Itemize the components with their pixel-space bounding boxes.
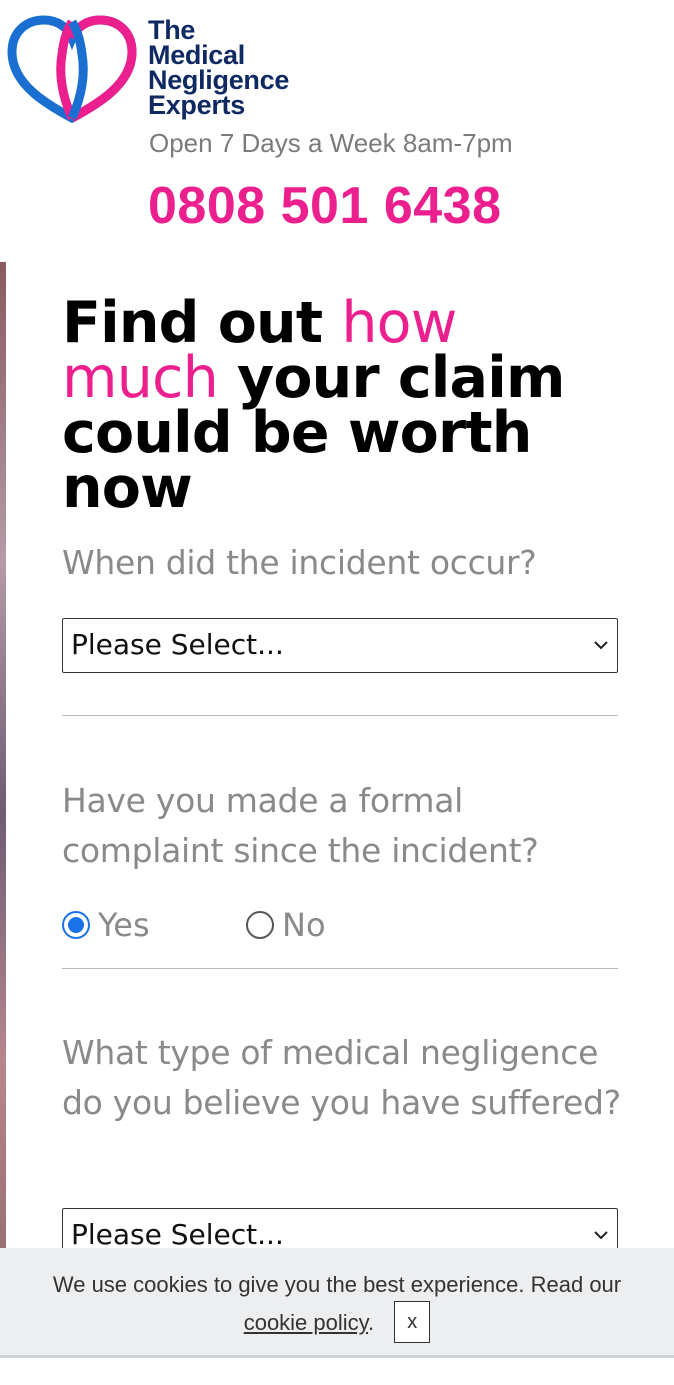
opening-hours: Open 7 Days a Week 8am-7pm <box>149 128 513 158</box>
question-negligence-type: What type of medical negligence do you b… <box>62 1033 621 1122</box>
brand-name[interactable]: The Medical Negligence Experts <box>148 17 289 120</box>
claim-form-card: Find out how much your claim could be wo… <box>6 262 674 1263</box>
cookie-close-button[interactable]: x <box>394 1301 431 1344</box>
radio-label: No <box>282 906 326 944</box>
radio-option-yes[interactable]: Yes <box>62 906 150 944</box>
chevron-down-icon <box>594 1231 608 1240</box>
radio-no[interactable] <box>246 911 274 939</box>
radio-yes-checked[interactable] <box>62 911 90 939</box>
radio-label: Yes <box>98 906 150 944</box>
chevron-down-icon <box>594 641 608 650</box>
cookie-message: We use cookies to give you the best expe… <box>52 1272 622 1297</box>
question-formal-complaint: Have you made a formal complaint since t… <box>62 781 539 870</box>
cookie-banner: We use cookies to give you the best expe… <box>0 1248 674 1358</box>
page: The Medical Negligence Experts Open 7 Da… <box>0 0 674 1385</box>
form-headline: Find out how much your claim could be wo… <box>62 295 622 517</box>
divider <box>62 968 618 969</box>
cookie-text-block: We use cookies to give you the best expe… <box>0 1266 674 1344</box>
phone-number-link[interactable]: 0808 501 6438 <box>148 176 502 236</box>
select-value: Please Select... <box>71 628 284 661</box>
heart-logo-icon[interactable] <box>6 14 138 126</box>
brand-line: Experts <box>148 90 245 120</box>
divider <box>62 715 618 716</box>
cookie-period: . <box>368 1310 375 1335</box>
question-incident-date: When did the incident occur? <box>62 543 537 582</box>
site-header: The Medical Negligence Experts Open 7 Da… <box>0 0 674 262</box>
radio-option-no[interactable]: No <box>246 906 326 944</box>
select-value: Please Select... <box>71 1218 284 1251</box>
incident-date-select[interactable]: Please Select... <box>62 618 618 673</box>
cookie-policy-link[interactable]: cookie policy <box>244 1310 368 1335</box>
